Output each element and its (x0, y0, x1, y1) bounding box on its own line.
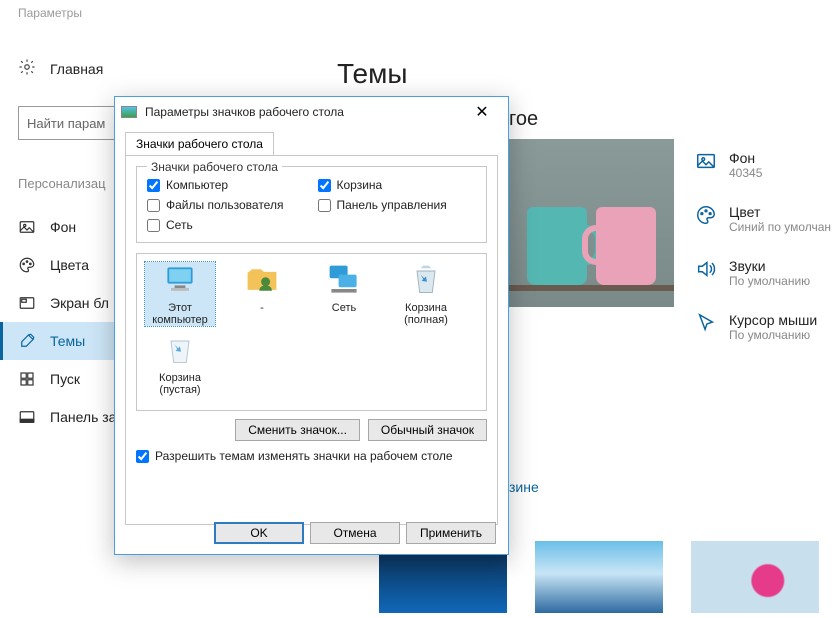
icon-label: - (260, 302, 264, 314)
desktop-icon-settings-dialog: Параметры значков рабочего стола ✕ Значк… (114, 96, 509, 555)
window-title: Параметры (18, 6, 82, 20)
close-button[interactable]: ✕ (462, 102, 502, 122)
desktop-icon-userfiles[interactable]: - (227, 262, 297, 326)
cursor-icon (695, 312, 717, 342)
prop-color[interactable]: ЦветСиний по умолчан (695, 204, 831, 234)
prop-title: Звуки (729, 258, 810, 274)
icon-label: Корзина (пустая) (159, 372, 201, 396)
search-placeholder: Найти парам (27, 116, 105, 131)
theme-preview-image (509, 139, 674, 307)
prop-sub: По умолчанию (729, 328, 817, 342)
checkbox-recycle[interactable]: Корзина (318, 178, 477, 192)
picture-icon (18, 218, 36, 236)
page-title: Темы (337, 58, 407, 90)
tab-desktop-icons[interactable]: Значки рабочего стола (125, 132, 274, 156)
desktop-icon-recycle-full[interactable]: Корзина (полная) (391, 262, 461, 326)
sidebar-item-label: Панель за (50, 409, 116, 425)
palette-icon (18, 256, 36, 274)
prop-title: Цвет (729, 204, 831, 220)
icon-label: Корзина (полная) (404, 302, 448, 326)
dialog-title: Параметры значков рабочего стола (145, 105, 462, 119)
prop-sub: Синий по умолчан (729, 220, 831, 234)
change-icon-button[interactable]: Сменить значок... (235, 419, 360, 441)
checkbox-network[interactable]: Сеть (147, 218, 306, 232)
dialog-app-icon (121, 106, 137, 118)
sidebar-item-label: Экран бл (50, 295, 109, 311)
userfolder-icon (241, 262, 283, 298)
home-link[interactable]: Главная (50, 61, 103, 77)
netmonitor-icon (323, 262, 365, 298)
speaker-icon (695, 258, 717, 288)
palette-icon (695, 204, 717, 234)
prop-background[interactable]: Фон40345 (695, 150, 831, 180)
desktop-icon-network[interactable]: Сеть (309, 262, 379, 326)
sidebar-item-label: Цвета (50, 257, 89, 273)
checkbox-cpanel[interactable]: Панель управления (318, 198, 477, 212)
section-heading: Персонализац (18, 176, 106, 191)
themes-subheading: гое (509, 108, 538, 131)
checkbox-computer[interactable]: Компьютер (147, 178, 306, 192)
taskbar-icon (18, 408, 36, 426)
icon-label: Сеть (332, 302, 356, 314)
picture-icon (695, 150, 717, 180)
cancel-button[interactable]: Отмена (310, 522, 400, 544)
icon-preview-box: Этот компьютер - Сеть Корзина (полная) К… (136, 253, 487, 411)
gear-icon (18, 58, 36, 79)
lockscreen-icon (18, 294, 36, 312)
binempty-icon (159, 332, 201, 368)
checkbox-userfiles[interactable]: Файлы пользователя (147, 198, 306, 212)
theme-thumb[interactable] (691, 541, 819, 613)
theme-thumb[interactable] (535, 541, 663, 613)
monitor-icon (159, 262, 201, 298)
group-desktop-icons: Значки рабочего стола Компьютер Корзина … (136, 166, 487, 243)
sidebar-item-label: Пуск (50, 371, 80, 387)
prop-title: Курсор мыши (729, 312, 817, 328)
group-legend: Значки рабочего стола (147, 160, 282, 174)
prop-sub: 40345 (729, 166, 762, 180)
store-link[interactable]: зине (509, 479, 539, 495)
sidebar-item-label: Фон (50, 219, 76, 235)
prop-sounds[interactable]: ЗвукиПо умолчанию (695, 258, 831, 288)
brush-icon (18, 332, 36, 350)
start-icon (18, 370, 36, 388)
sidebar-item-label: Темы (50, 333, 85, 349)
prop-title: Фон (729, 150, 762, 166)
checkbox-allow-themes[interactable]: Разрешить темам изменять значки на рабоч… (136, 449, 487, 463)
apply-button[interactable]: Применить (406, 522, 496, 544)
prop-sub: По умолчанию (729, 274, 810, 288)
ok-button[interactable]: OK (214, 522, 304, 544)
icon-label: Этот компьютер (152, 302, 207, 326)
default-icon-button[interactable]: Обычный значок (368, 419, 487, 441)
desktop-icon-this-pc[interactable]: Этот компьютер (145, 262, 215, 326)
binfull-icon (405, 262, 447, 298)
desktop-icon-recycle-empty[interactable]: Корзина (пустая) (145, 332, 215, 396)
theme-properties: Фон40345 ЦветСиний по умолчан ЗвукиПо ум… (695, 150, 831, 342)
prop-cursor[interactable]: Курсор мышиПо умолчанию (695, 312, 831, 342)
